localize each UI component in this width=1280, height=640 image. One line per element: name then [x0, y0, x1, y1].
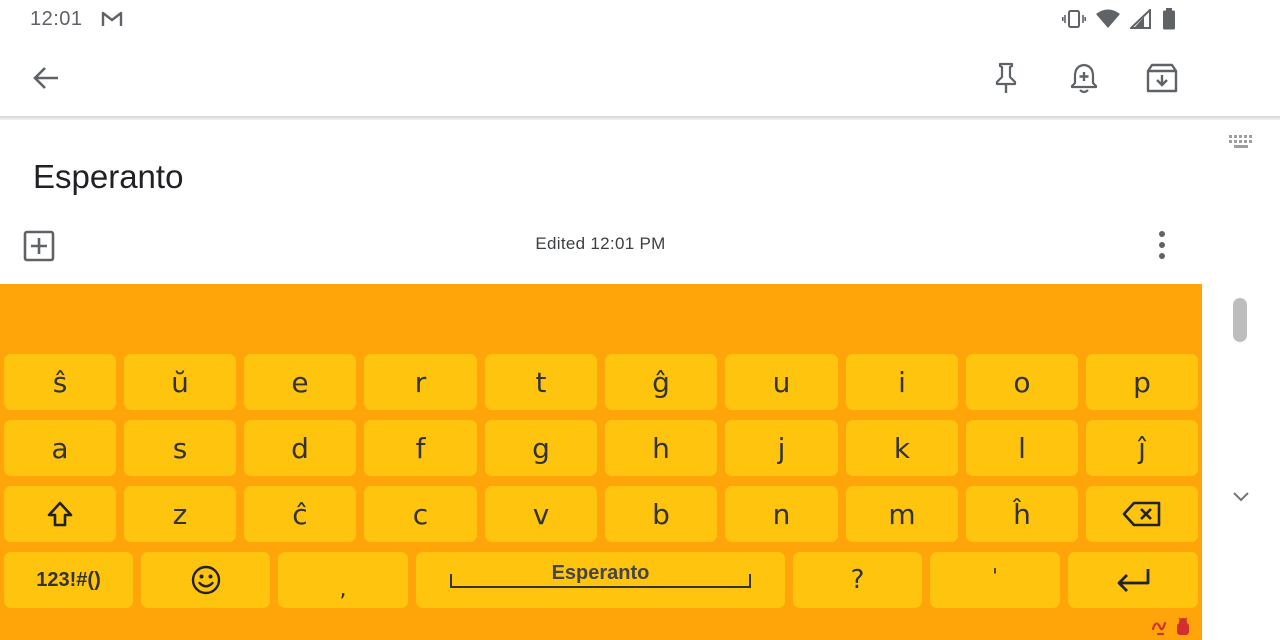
question-key[interactable]: ? — [793, 552, 922, 608]
key-g-circumflex[interactable]: ĝ — [605, 354, 717, 410]
status-icons — [1062, 8, 1176, 30]
key-n[interactable]: n — [725, 486, 838, 542]
archive-icon — [1146, 63, 1178, 93]
space-bracket — [450, 574, 751, 588]
app-bar-shadow — [0, 116, 1280, 120]
enter-key[interactable] — [1068, 552, 1198, 608]
comma-key[interactable]: , — [278, 552, 408, 608]
key-p[interactable]: p — [1086, 354, 1198, 410]
symbols-key[interactable]: 123!#() — [4, 552, 133, 608]
apostrophe-key[interactable]: ' — [930, 552, 1060, 608]
key-h[interactable]: h — [605, 420, 717, 476]
key-u[interactable]: u — [725, 354, 838, 410]
gmail-icon — [101, 11, 123, 26]
key-j[interactable]: j — [725, 420, 838, 476]
key-o[interactable]: o — [966, 354, 1078, 410]
emoji-icon — [191, 565, 220, 595]
space-key[interactable]: Esperanto — [416, 552, 785, 608]
app-bar — [0, 40, 1280, 118]
chevron-down-icon[interactable] — [1232, 491, 1250, 503]
key-c-circumflex[interactable]: ĉ — [244, 486, 356, 542]
note-title[interactable]: Esperanto — [33, 158, 183, 196]
key-t[interactable]: t — [485, 354, 597, 410]
keyboard-brand-icon — [1151, 617, 1189, 636]
key-u-breve[interactable]: ŭ — [124, 354, 236, 410]
key-s[interactable]: s — [124, 420, 236, 476]
vibrate-icon — [1062, 10, 1086, 28]
key-s-circumflex[interactable]: ŝ — [4, 354, 116, 410]
key-a[interactable]: a — [4, 420, 116, 476]
key-g[interactable]: g — [485, 420, 597, 476]
backspace-key[interactable] — [1086, 486, 1198, 542]
key-c[interactable]: c — [364, 486, 477, 542]
archive-button[interactable] — [1138, 54, 1186, 102]
add-alert-icon — [1070, 63, 1098, 94]
more-options-button[interactable] — [1138, 221, 1186, 269]
key-d[interactable]: d — [244, 420, 356, 476]
key-f[interactable]: f — [364, 420, 477, 476]
emoji-key[interactable] — [141, 552, 270, 608]
keyboard-icon[interactable] — [1228, 134, 1254, 150]
key-j-circumflex[interactable]: ĵ — [1086, 420, 1198, 476]
cell-signal-icon — [1130, 9, 1151, 29]
key-h-circumflex[interactable]: ĥ — [966, 486, 1078, 542]
key-l[interactable]: l — [966, 420, 1078, 476]
side-panel — [1202, 120, 1280, 640]
status-time: 12:01 — [30, 8, 83, 30]
key-b[interactable]: b — [605, 486, 717, 542]
edited-timestamp: Edited 12:01 PM — [535, 234, 666, 253]
key-e[interactable]: e — [244, 354, 356, 410]
back-button[interactable] — [22, 54, 70, 102]
keyboard: ŝ ŭ e r t ĝ u i o p a s d f g h j k l ĵ … — [0, 284, 1202, 640]
scrollbar-thumb[interactable] — [1233, 298, 1247, 342]
key-m[interactable]: m — [846, 486, 958, 542]
key-k[interactable]: k — [846, 420, 958, 476]
pin-icon — [995, 62, 1017, 93]
more-vert-icon — [1159, 231, 1165, 259]
enter-icon — [1117, 569, 1150, 592]
wifi-icon — [1096, 9, 1120, 28]
key-v[interactable]: v — [485, 486, 597, 542]
shift-key[interactable] — [4, 486, 116, 542]
shift-icon — [47, 501, 73, 527]
battery-icon — [1163, 8, 1175, 30]
key-z[interactable]: z — [124, 486, 236, 542]
key-r[interactable]: r — [364, 354, 477, 410]
backspace-icon — [1122, 501, 1161, 527]
arrow-back-icon — [33, 67, 58, 89]
key-i[interactable]: i — [846, 354, 958, 410]
reminder-button[interactable] — [1060, 54, 1108, 102]
pin-button[interactable] — [982, 54, 1030, 102]
